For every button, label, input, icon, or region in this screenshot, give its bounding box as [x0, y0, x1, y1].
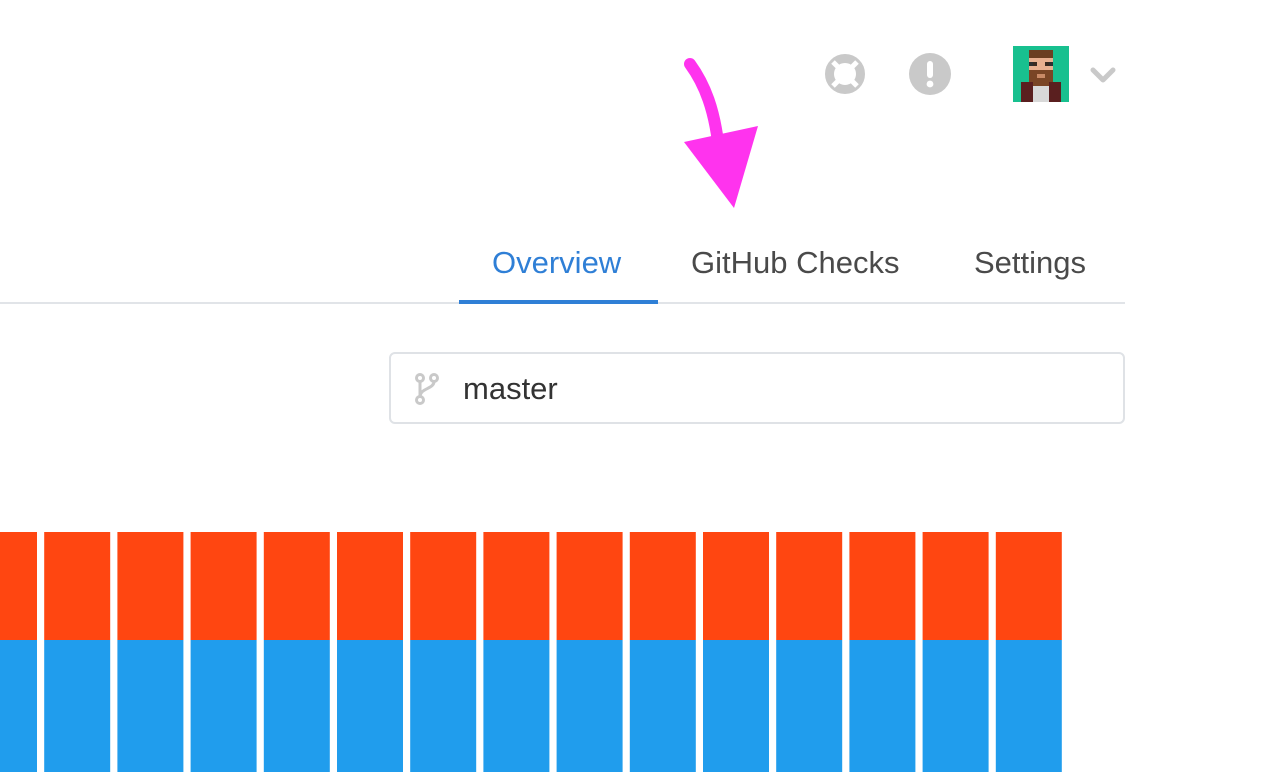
- chevron-down-icon[interactable]: [1089, 64, 1117, 86]
- build-bar-1-segment-2[interactable]: [0, 532, 37, 640]
- build-bar-8-segment-2[interactable]: [483, 532, 550, 640]
- build-bar-7-segment-1[interactable]: [410, 640, 477, 772]
- page: Overview GitHub Checks Settings master: [0, 0, 1288, 772]
- tab-settings[interactable]: Settings: [974, 242, 1086, 284]
- build-bar-11-segment-2[interactable]: [703, 532, 769, 640]
- build-bar-12-segment-2[interactable]: [776, 532, 843, 640]
- build-bar-8-segment-1[interactable]: [483, 640, 550, 772]
- build-bar-14-segment-1[interactable]: [922, 640, 989, 772]
- tab-github-checks[interactable]: GitHub Checks: [691, 242, 899, 284]
- build-bar-2-segment-2[interactable]: [44, 532, 111, 640]
- build-bar-10-segment-1[interactable]: [629, 640, 696, 772]
- build-bar-5-segment-1[interactable]: [263, 640, 330, 772]
- build-bar-9-segment-2[interactable]: [556, 532, 623, 640]
- build-bar-11-segment-1[interactable]: [703, 640, 769, 772]
- build-bar-5-segment-2[interactable]: [263, 532, 330, 640]
- arrow-down-icon: [684, 58, 758, 208]
- build-bar-7-segment-2[interactable]: [410, 532, 477, 640]
- tab-overview[interactable]: Overview: [492, 242, 621, 284]
- build-bar-13-segment-1[interactable]: [849, 640, 916, 772]
- branch-selector[interactable]: master: [389, 352, 1125, 424]
- git-branch-icon: [415, 373, 439, 405]
- build-bar-6-segment-1[interactable]: [337, 640, 403, 772]
- build-bar-2-segment-1[interactable]: [44, 640, 111, 772]
- avatar[interactable]: [1013, 46, 1069, 102]
- build-bar-10-segment-2[interactable]: [629, 532, 696, 640]
- active-tab-indicator: [459, 300, 658, 304]
- build-bar-4-segment-1[interactable]: [190, 640, 257, 772]
- build-bar-14-segment-2[interactable]: [922, 532, 989, 640]
- build-bar-3-segment-1[interactable]: [117, 640, 184, 772]
- branch-name: master: [463, 371, 558, 406]
- build-bar-6-segment-2[interactable]: [337, 532, 403, 640]
- build-bar-3-segment-2[interactable]: [117, 532, 184, 640]
- build-bar-12-segment-1[interactable]: [776, 640, 843, 772]
- build-bar-9-segment-1[interactable]: [556, 640, 623, 772]
- build-bar-1-segment-1[interactable]: [0, 640, 37, 772]
- build-bar-15-segment-1[interactable]: [995, 640, 1062, 772]
- build-history-chart: [0, 532, 1062, 772]
- build-bar-4-segment-2[interactable]: [190, 532, 257, 640]
- build-bar-15-segment-2[interactable]: [995, 532, 1062, 640]
- lifebuoy-icon[interactable]: [824, 53, 866, 95]
- exclamation-circle-icon[interactable]: [909, 53, 951, 95]
- build-bar-13-segment-2[interactable]: [849, 532, 916, 640]
